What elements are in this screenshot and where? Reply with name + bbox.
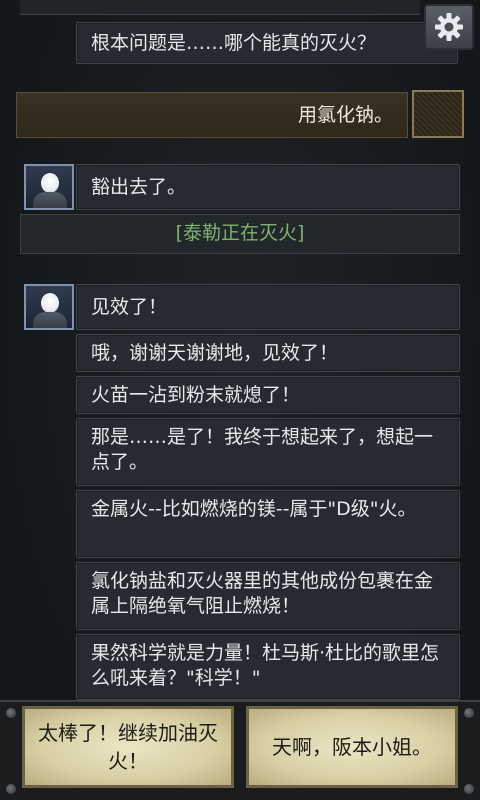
avatar-head	[41, 293, 59, 313]
message-bubble: 果然科学就是力量！杜马斯·杜比的歌里怎么吼来着？"科学！"	[76, 634, 460, 700]
avatar	[24, 284, 74, 330]
status-text: [泰勒正在灭火]	[175, 222, 305, 244]
message-text: 火苗一沾到粉末就熄了！	[91, 383, 301, 406]
message-text: 见效了！	[91, 295, 168, 318]
choice-label: 太棒了！继续加油灭火！	[38, 721, 218, 773]
gear-icon	[435, 13, 463, 41]
player-message: 用氯化钠。	[16, 92, 408, 138]
message-text: 果然科学就是力量！杜马斯·杜比的歌里怎么吼来着？"科学！"	[91, 642, 440, 689]
previous-message-edge	[20, 0, 420, 15]
avatar-body	[33, 192, 67, 208]
player-message-text: 用氯化钠。	[297, 104, 393, 126]
settings-button[interactable]	[424, 4, 474, 50]
screw-decoration	[6, 708, 16, 718]
message-bubble: 豁出去了。	[76, 164, 460, 210]
message-bubble: 见效了！	[76, 284, 460, 330]
message-bubble: 那是……是了！我终于想起来了，想起一点了。	[76, 418, 460, 486]
message-text: 豁出去了。	[91, 175, 187, 198]
choice-button-1[interactable]: 太棒了！继续加油灭火！	[22, 706, 234, 788]
message-bubble: 火苗一沾到粉末就熄了！	[76, 376, 460, 414]
screw-decoration	[6, 784, 16, 794]
message-bubble: 氯化钠盐和灭火器里的其他成份包裹在金属上隔绝氧气阻止燃烧！	[76, 562, 460, 630]
message-text: 根本问题是……哪个能真的灭火？	[91, 31, 377, 54]
player-avatar	[412, 90, 464, 138]
message-bubble: 根本问题是……哪个能真的灭火？	[76, 22, 458, 64]
avatar	[24, 164, 74, 210]
avatar-body	[33, 312, 67, 328]
choice-label: 天啊，阪本小姐。	[272, 735, 432, 759]
message-text: 那是……是了！我终于想起来了，想起一点了。	[91, 426, 434, 473]
screw-decoration	[464, 708, 474, 718]
message-bubble: 金属火--比如燃烧的镁--属于"D级"火。	[76, 490, 460, 558]
screw-decoration	[464, 784, 474, 794]
status-message: [泰勒正在灭火]	[20, 214, 460, 254]
chat-screen: 根本问题是……哪个能真的灭火？ 用氯化钠。 豁出去了。 [泰勒正在灭火] 见效了…	[0, 0, 480, 800]
message-text: 氯化钠盐和灭火器里的其他成份包裹在金属上隔绝氧气阻止燃烧！	[91, 570, 434, 617]
message-text: 哦，谢谢天谢谢地，见效了！	[91, 341, 339, 364]
message-bubble: 哦，谢谢天谢谢地，见效了！	[76, 334, 460, 372]
choice-button-2[interactable]: 天啊，阪本小姐。	[246, 706, 458, 788]
avatar-head	[41, 173, 59, 193]
message-text: 金属火--比如燃烧的镁--属于"D级"火。	[91, 498, 417, 520]
